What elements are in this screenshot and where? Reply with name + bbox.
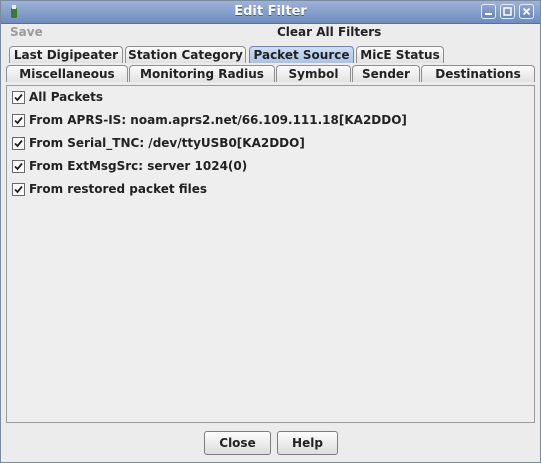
close-icon bbox=[522, 7, 531, 16]
save-menu-item[interactable]: Save bbox=[10, 25, 43, 39]
edit-filter-window: Edit Filter Save Clear All Filters Last … bbox=[0, 0, 541, 463]
checkbox-label: From APRS-IS: noam.aprs2.net/66.109.111.… bbox=[29, 113, 407, 127]
tab-label: Symbol bbox=[288, 67, 339, 81]
tab-destinations[interactable]: Destinations bbox=[421, 65, 535, 82]
close-button[interactable]: Close bbox=[204, 431, 271, 455]
packet-source-panel: All Packets From APRS-IS: noam.aprs2.net… bbox=[6, 85, 535, 423]
checkmark-icon bbox=[14, 93, 23, 102]
tab-sender[interactable]: Sender bbox=[352, 65, 420, 82]
checkmark-icon bbox=[14, 185, 23, 194]
menu-bar: Save Clear All Filters bbox=[1, 24, 540, 42]
close-window-button[interactable] bbox=[519, 4, 534, 19]
checkmark-icon bbox=[14, 162, 23, 171]
title-bar[interactable]: Edit Filter bbox=[1, 1, 540, 24]
checkmark-icon bbox=[14, 116, 23, 125]
window-title: Edit Filter bbox=[234, 4, 307, 19]
minimize-icon bbox=[485, 13, 492, 15]
maximize-icon bbox=[503, 7, 512, 16]
tab-station-category[interactable]: Station Category bbox=[125, 46, 246, 63]
checkbox[interactable] bbox=[12, 183, 25, 196]
checkbox[interactable] bbox=[12, 137, 25, 150]
checkbox[interactable] bbox=[12, 91, 25, 104]
checkbox[interactable] bbox=[12, 114, 25, 127]
tab-label: Miscellaneous bbox=[19, 67, 115, 81]
checkbox-label: From restored packet files bbox=[29, 182, 208, 196]
tab-label: Destinations bbox=[435, 67, 521, 81]
checkbox-label: From Serial_TNC: /dev/ttyUSB0[KA2DDO] bbox=[29, 136, 305, 150]
tab-monitoring-radius[interactable]: Monitoring Radius bbox=[129, 65, 275, 82]
checkbox[interactable] bbox=[12, 160, 25, 173]
tab-label: MicE Status bbox=[360, 48, 440, 62]
tab-label: Sender bbox=[362, 67, 410, 81]
tab-label: Station Category bbox=[128, 48, 243, 62]
tab-miscellaneous[interactable]: Miscellaneous bbox=[6, 65, 128, 82]
tab-label: Monitoring Radius bbox=[140, 67, 264, 81]
maximize-button[interactable] bbox=[500, 4, 515, 19]
clear-all-filters-menu-item[interactable]: Clear All Filters bbox=[277, 25, 381, 39]
checkbox-label: All Packets bbox=[29, 90, 104, 104]
tab-label: Last Digipeater bbox=[13, 48, 119, 62]
tab-last-digipeater[interactable]: Last Digipeater bbox=[9, 46, 123, 63]
checkmark-icon bbox=[14, 139, 23, 148]
help-button[interactable]: Help bbox=[277, 431, 338, 455]
tab-packet-source[interactable]: Packet Source bbox=[249, 46, 354, 63]
tab-mice-status[interactable]: MicE Status bbox=[356, 46, 444, 63]
tab-label: Packet Source bbox=[253, 48, 350, 62]
tab-symbol[interactable]: Symbol bbox=[276, 65, 351, 82]
minimize-button[interactable] bbox=[481, 4, 496, 19]
checkbox-label: From ExtMsgSrc: server 1024(0) bbox=[29, 159, 248, 173]
